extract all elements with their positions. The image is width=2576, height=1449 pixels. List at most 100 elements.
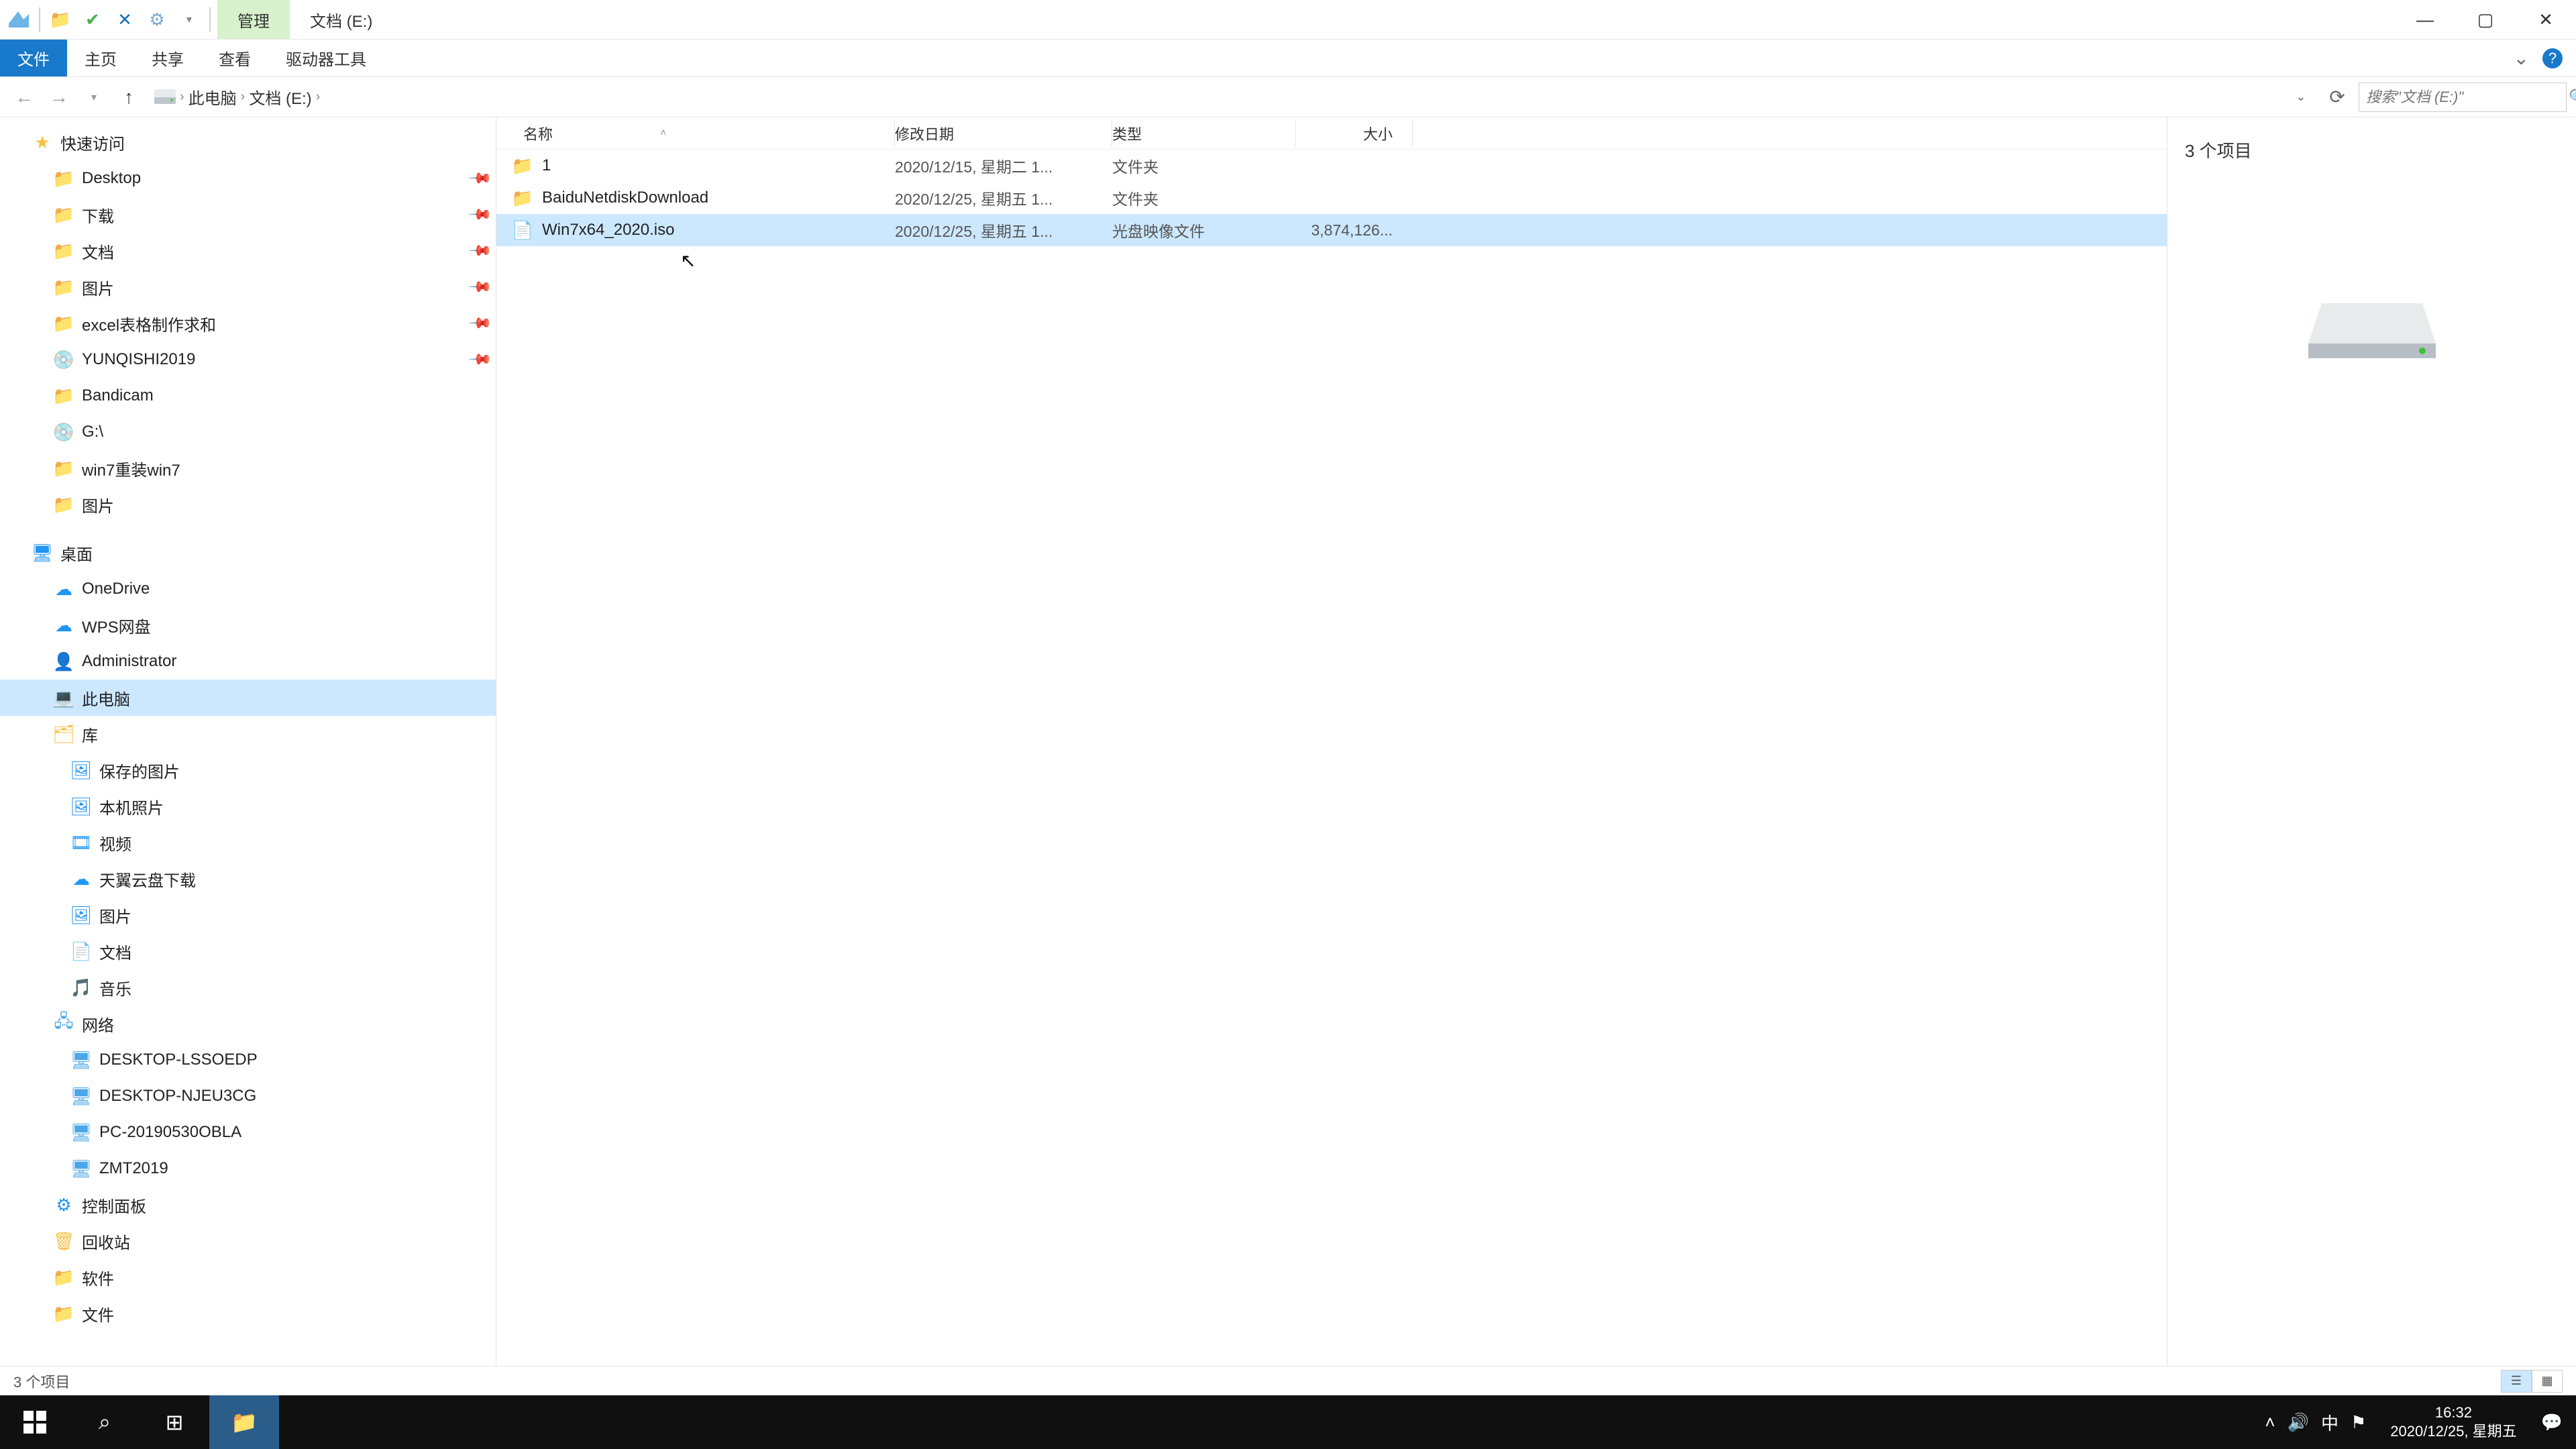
start-button[interactable] (0, 1395, 70, 1449)
clock[interactable]: 16:32 2020/12/25, 星期五 (2378, 1403, 2528, 1441)
ribbon-tab-share[interactable]: 共享 (134, 40, 201, 76)
tree-item[interactable]: 🖼保存的图片 (0, 752, 496, 788)
tree-item[interactable]: ☁OneDrive (0, 571, 496, 607)
tree-item[interactable]: 🎵音乐 (0, 969, 496, 1006)
tree-item-label: 下载 (82, 203, 114, 227)
column-headers[interactable]: 名称 ˄ 修改日期 类型 大小 (496, 117, 2167, 150)
tree-item[interactable]: 📁图片📌 (0, 269, 496, 305)
tree-item[interactable]: 🖥PC-20190530OBLA (0, 1114, 496, 1150)
maximize-button[interactable]: ▢ (2455, 0, 2516, 39)
up-button[interactable]: ↑ (114, 83, 144, 112)
tree-item[interactable]: 🖼本机照片 (0, 788, 496, 824)
file-row[interactable]: 📁12020/12/15, 星期二 1...文件夹 (496, 150, 2167, 182)
search-box[interactable]: 🔍 (2359, 83, 2567, 112)
column-resize-handle[interactable] (1410, 120, 1413, 147)
tree-item[interactable]: 🖥DESKTOP-NJEU3CG (0, 1078, 496, 1114)
column-type[interactable]: 类型 (1112, 123, 1293, 144)
clock-time: 16:32 (2435, 1403, 2472, 1422)
tree-item[interactable]: 💿G:\ (0, 414, 496, 450)
checkmark-icon[interactable]: ✔ (78, 5, 107, 34)
folder-icon[interactable]: 📁 (46, 5, 75, 34)
tree-item-label: Administrator (82, 652, 176, 671)
expand-ribbon-icon[interactable]: ⌄ (2514, 47, 2529, 69)
forward-button[interactable]: → (44, 83, 74, 112)
tree-item[interactable]: 📁excel表格制作求和📌 (0, 305, 496, 341)
tree-item[interactable]: 📁win7重装win7 (0, 450, 496, 486)
close-button[interactable]: ✕ (2516, 0, 2576, 39)
security-icon[interactable]: ⚑ (2351, 1412, 2366, 1433)
system-tray: ˄ 🔊 中 ⚑ 16:32 2020/12/25, 星期五 💬 (2251, 1403, 2576, 1441)
thumbnails-view-button[interactable]: ▦ (2532, 1370, 2563, 1393)
breadcrumb-pc[interactable]: 此电脑 (189, 85, 237, 109)
tree-item[interactable]: 🎞视频 (0, 824, 496, 861)
tree-item-label: 文档 (99, 940, 131, 963)
task-view-button[interactable]: ⊞ (140, 1395, 209, 1449)
tree-item[interactable]: 📁文件 (0, 1295, 496, 1332)
tree-item[interactable]: 🖥ZMT2019 (0, 1150, 496, 1187)
settings-icon[interactable]: ⚙ (142, 5, 172, 34)
tree-item[interactable]: ☁WPS网盘 (0, 607, 496, 643)
address-dropdown-icon[interactable]: ⌄ (2286, 83, 2316, 112)
chevron-right-icon[interactable]: › (180, 89, 184, 105)
ribbon-tab-home[interactable]: 主页 (67, 40, 134, 76)
breadcrumb[interactable]: › 此电脑 › 文档 (E:) › (149, 85, 2281, 109)
tree-item[interactable]: ☁天翼云盘下载 (0, 861, 496, 897)
column-date[interactable]: 修改日期 (895, 123, 1110, 144)
chevron-right-icon[interactable]: › (241, 89, 246, 105)
ribbon-tab-drive-tools[interactable]: 驱动器工具 (268, 40, 384, 76)
taskbar-search-button[interactable]: ⌕ (70, 1395, 140, 1449)
file-type: 光盘映像文件 (1112, 219, 1293, 241)
tree-item[interactable]: 🖧网络 (0, 1006, 496, 1042)
minimize-button[interactable]: — (2395, 0, 2455, 39)
tree-item[interactable]: ★快速访问 (0, 124, 496, 160)
navigation-tree[interactable]: ★快速访问📁Desktop📌📁下载📌📁文档📌📁图片📌📁excel表格制作求和📌💿… (0, 117, 496, 1366)
tree-item-label: 文件 (82, 1302, 114, 1326)
tree-item[interactable]: 🗂库 (0, 716, 496, 752)
tree-item[interactable]: 📁软件 (0, 1259, 496, 1295)
tree-item[interactable]: 📁下载📌 (0, 197, 496, 233)
tree-item[interactable]: 📁文档📌 (0, 233, 496, 269)
file-rows: 📁12020/12/15, 星期二 1...文件夹📁BaiduNetdiskDo… (496, 150, 2167, 246)
back-button[interactable]: ← (9, 83, 39, 112)
tray-overflow-icon[interactable]: ˄ (2265, 1412, 2275, 1433)
context-tab-manage[interactable]: 管理 (217, 0, 290, 39)
action-center-icon[interactable]: 💬 (2541, 1412, 2563, 1433)
search-icon[interactable]: 🔍 (2569, 89, 2576, 106)
cloud-icon: ☁ (52, 578, 75, 600)
tree-item[interactable]: ⚙控制面板 (0, 1187, 496, 1223)
file-row[interactable]: 📁BaiduNetdiskDownload2020/12/25, 星期五 1..… (496, 182, 2167, 214)
recent-locations-icon[interactable]: ▾ (79, 83, 109, 112)
tree-item[interactable]: 👤Administrator (0, 643, 496, 680)
tree-item[interactable]: 📁Desktop📌 (0, 160, 496, 197)
file-name: Win7x64_2020.iso (542, 221, 674, 239)
tree-item[interactable]: 📁图片 (0, 486, 496, 523)
ribbon-tab-file[interactable]: 文件 (0, 40, 67, 76)
app-icon[interactable] (4, 5, 34, 34)
tree-item-label: 图片 (99, 904, 131, 927)
tree-item[interactable]: 📄文档 (0, 933, 496, 969)
tree-item[interactable]: 💿YUNQISHI2019📌 (0, 341, 496, 378)
breadcrumb-drive[interactable]: 文档 (E:) (249, 85, 311, 109)
tree-item[interactable]: 💻此电脑 (0, 680, 496, 716)
ime-indicator[interactable]: 中 (2321, 1410, 2339, 1435)
qat-dropdown-icon[interactable]: ▾ (174, 5, 204, 34)
tree-item[interactable]: 🖼图片 (0, 897, 496, 933)
search-input[interactable] (2359, 89, 2569, 106)
tree-item[interactable]: 🖥DESKTOP-LSSOEDP (0, 1042, 496, 1078)
refresh-button[interactable]: ⟳ (2322, 83, 2352, 112)
tree-item-label: 软件 (82, 1266, 114, 1289)
tree-item[interactable]: 🗑回收站 (0, 1223, 496, 1259)
column-size[interactable]: 大小 (1296, 123, 1410, 144)
pic-icon: 🖼 (70, 759, 93, 782)
details-view-button[interactable]: ☰ (2501, 1370, 2532, 1393)
file-row[interactable]: 📄Win7x64_2020.iso2020/12/25, 星期五 1...光盘映… (496, 214, 2167, 246)
ribbon-tab-view[interactable]: 查看 (201, 40, 268, 76)
chevron-right-icon[interactable]: › (316, 89, 321, 105)
taskbar-explorer-button[interactable]: 📁 (209, 1395, 279, 1449)
volume-icon[interactable]: 🔊 (2288, 1412, 2309, 1433)
tree-item[interactable]: 📁Bandicam (0, 378, 496, 414)
close-action-icon[interactable]: ✕ (110, 5, 140, 34)
help-icon[interactable]: ? (2542, 48, 2563, 68)
tree-item[interactable]: 🖥桌面 (0, 535, 496, 571)
column-name[interactable]: 名称 ˄ (496, 123, 892, 144)
